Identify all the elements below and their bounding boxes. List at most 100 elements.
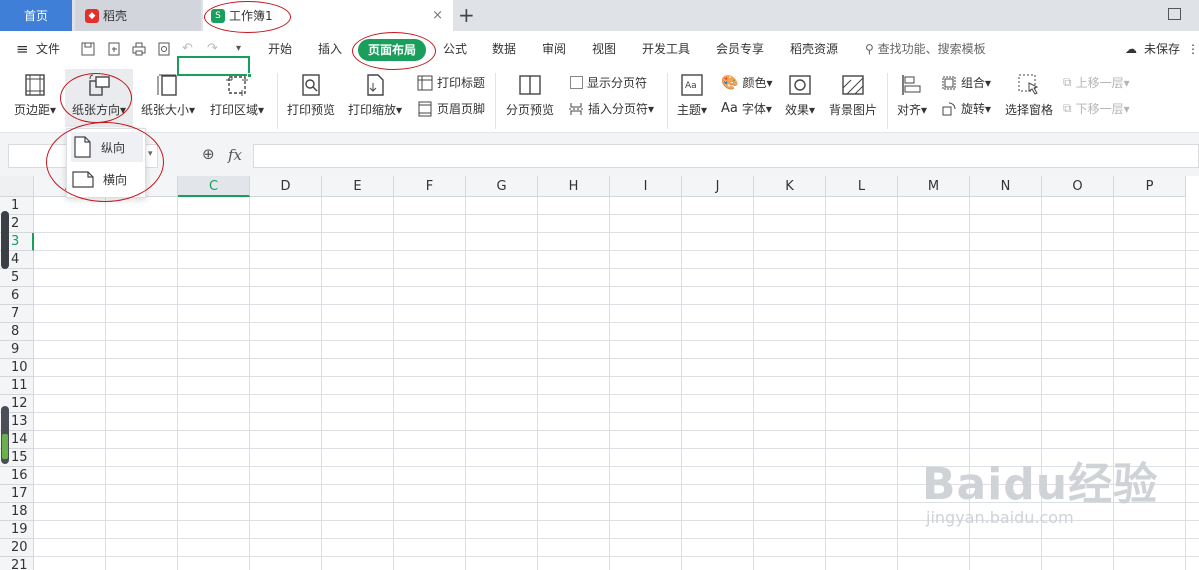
column-header-h[interactable]: H xyxy=(538,176,610,197)
home-tab[interactable]: 首页 xyxy=(0,0,72,31)
column-header-n[interactable]: N xyxy=(970,176,1042,197)
select-all-corner[interactable] xyxy=(0,176,34,197)
row-header-6[interactable]: 6 xyxy=(0,287,34,305)
column-header-i[interactable]: I xyxy=(610,176,682,197)
print-preview-button[interactable]: 打印预览 xyxy=(286,69,336,118)
row-header-7[interactable]: 7 xyxy=(0,305,34,323)
search-function[interactable]: ⚲ 查找功能、搜索模板 xyxy=(865,31,986,67)
column-header-e[interactable]: E xyxy=(322,176,394,197)
row-header-11[interactable]: 11 xyxy=(0,377,34,395)
print-title-button[interactable]: 打印标题 xyxy=(417,74,485,91)
font-aa-icon: Aa xyxy=(721,101,738,116)
row-header-16[interactable]: 16 xyxy=(0,467,34,485)
menu-tab-developer[interactable]: 开发工具 xyxy=(642,31,690,67)
left-panel-grip[interactable] xyxy=(1,211,9,269)
menu-tab-data[interactable]: 数据 xyxy=(492,31,516,67)
print-preview-icon xyxy=(302,74,320,96)
background-image-icon xyxy=(842,75,864,95)
row-header-17[interactable]: 17 xyxy=(0,485,34,503)
landscape-option[interactable]: 横向 xyxy=(71,164,143,194)
column-header-p[interactable]: P xyxy=(1114,176,1186,197)
rotate-button[interactable]: 旋转▾ xyxy=(941,100,991,117)
show-page-break-checkbox[interactable]: 显示分页符 xyxy=(570,74,647,91)
menu-tab-formula[interactable]: 公式 xyxy=(443,31,467,67)
print-preview-quick-icon[interactable] xyxy=(156,42,171,56)
file-menu[interactable]: 文件 xyxy=(36,31,60,67)
print-scale-button[interactable]: 打印缩放▾ xyxy=(345,69,405,118)
column-header-j[interactable]: J xyxy=(682,176,754,197)
close-tab-icon[interactable]: × xyxy=(432,8,443,23)
menu-tab-insert[interactable]: 插入 xyxy=(318,31,342,67)
effects-button[interactable]: 效果▾ xyxy=(782,69,818,118)
row-header-18[interactable]: 18 xyxy=(0,503,34,521)
column-header-l[interactable]: L xyxy=(826,176,898,197)
row-header-8[interactable]: 8 xyxy=(0,323,34,341)
workbook-tab[interactable]: S 工作簿1 × xyxy=(203,0,453,31)
paper-size-button[interactable]: 纸张大小▾ xyxy=(138,69,198,118)
window-restore-icon[interactable] xyxy=(1168,8,1181,20)
column-header-c[interactable]: C xyxy=(178,176,250,197)
fx-icon[interactable]: fx xyxy=(228,146,242,164)
insert-page-break-button[interactable]: 插入分页符▾ xyxy=(568,100,654,117)
send-backward-button[interactable]: ⧉ 下移一层▾ xyxy=(1063,100,1130,117)
formula-bar: ▾ ⊕ fx xyxy=(0,133,1199,176)
menu-tab-review[interactable]: 审阅 xyxy=(542,31,566,67)
row-header-9[interactable]: 9 xyxy=(0,341,34,359)
portrait-option[interactable]: 纵向 xyxy=(71,132,143,162)
selected-cell-c3[interactable] xyxy=(177,56,250,76)
redo-icon[interactable]: ↷ xyxy=(205,42,220,56)
row-header-20[interactable]: 20 xyxy=(0,539,34,557)
background-image-button[interactable]: 背景图片 xyxy=(827,69,879,118)
header-footer-button[interactable]: 页眉页脚 xyxy=(417,100,485,117)
quick-access-dropdown-icon[interactable]: ▾ xyxy=(231,42,246,56)
paper-size-icon xyxy=(157,74,177,96)
fonts-button[interactable]: Aa 字体▾ xyxy=(721,100,772,117)
name-box-dropdown-icon[interactable]: ▾ xyxy=(148,149,153,159)
column-header-k[interactable]: K xyxy=(754,176,826,197)
orientation-button[interactable]: 纸张方向▾ xyxy=(65,69,133,127)
print-icon[interactable] xyxy=(131,42,146,56)
bring-forward-button[interactable]: ⧉ 上移一层▾ xyxy=(1063,74,1130,91)
margin-button[interactable]: 页边距▾ xyxy=(10,69,60,118)
send-backward-icon: ⧉ xyxy=(1063,101,1072,115)
row-header-19[interactable]: 19 xyxy=(0,521,34,539)
column-header-m[interactable]: M xyxy=(898,176,970,197)
column-header-o[interactable]: O xyxy=(1042,176,1114,197)
print-area-button[interactable]: 打印区域▾ xyxy=(207,69,267,118)
column-header-g[interactable]: G xyxy=(466,176,538,197)
column-header-d[interactable]: D xyxy=(250,176,322,197)
fill-handle[interactable] xyxy=(247,73,252,78)
more-icon[interactable]: ⋮ xyxy=(1187,31,1199,67)
menu-tab-view[interactable]: 视图 xyxy=(592,31,616,67)
daoke-tab[interactable]: ◆ 稻壳 xyxy=(75,0,201,31)
background-image-label: 背景图片 xyxy=(828,103,877,117)
row-header-21[interactable]: 21 xyxy=(0,557,34,570)
cloud-icon[interactable]: ☁ xyxy=(1125,31,1137,67)
selection-pane-button[interactable]: 选择窗格 xyxy=(1004,69,1054,118)
save-icon[interactable] xyxy=(80,42,95,56)
theme-button[interactable]: Aa 主题▾ xyxy=(674,69,710,118)
hamburger-menu-icon[interactable]: ≡ xyxy=(16,31,29,67)
unsaved-status[interactable]: 未保存 xyxy=(1144,31,1180,67)
home-tab-label: 首页 xyxy=(23,9,48,23)
portrait-label: 纵向 xyxy=(101,140,126,155)
margin-label: 页边距 xyxy=(13,103,50,117)
row-header-5[interactable]: 5 xyxy=(0,269,34,287)
page-break-preview-button[interactable]: 分页预览 xyxy=(504,69,556,118)
column-header-f[interactable]: F xyxy=(394,176,466,197)
cell-area[interactable] xyxy=(34,197,1199,570)
zoom-search-icon[interactable]: ⊕ xyxy=(202,145,215,163)
menu-tab-member[interactable]: 会员专享 xyxy=(716,31,764,67)
undo-icon[interactable]: ↶ xyxy=(180,42,195,56)
landscape-label: 横向 xyxy=(103,172,128,187)
menu-tab-home[interactable]: 开始 xyxy=(268,31,292,67)
new-tab-button[interactable]: + xyxy=(458,3,475,27)
align-button[interactable]: 对齐▾ xyxy=(894,69,930,118)
group-button[interactable]: 组合▾ xyxy=(941,74,991,91)
export-pdf-icon[interactable] xyxy=(106,42,121,56)
row-header-10[interactable]: 10 xyxy=(0,359,34,377)
menu-tab-daoke-resources[interactable]: 稻壳资源 xyxy=(790,31,838,67)
formula-input[interactable] xyxy=(253,144,1199,168)
menu-tab-page-layout[interactable]: 页面布局 xyxy=(358,39,426,61)
colors-button[interactable]: 🎨 颜色▾ xyxy=(721,74,772,91)
